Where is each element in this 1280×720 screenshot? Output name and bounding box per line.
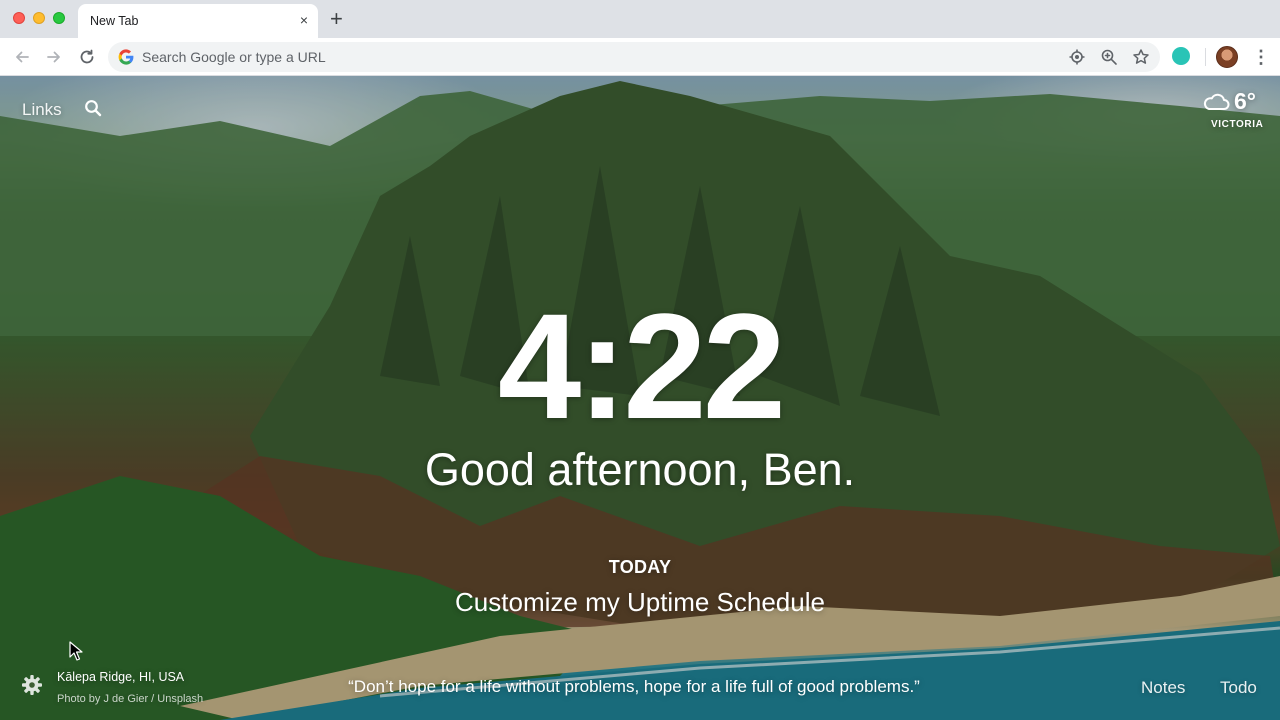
chrome-menu-button[interactable]: ⋮ xyxy=(1252,46,1270,68)
cloud-icon[interactable] xyxy=(1202,90,1230,112)
zoom-icon[interactable] xyxy=(1100,48,1118,66)
minimize-window-button[interactable] xyxy=(33,12,45,24)
close-tab-icon[interactable]: × xyxy=(300,12,308,28)
focus-text[interactable]: Customize my Uptime Schedule xyxy=(0,587,1280,618)
arrow-left-icon xyxy=(16,51,29,63)
reload-icon xyxy=(80,49,94,64)
reload-button[interactable] xyxy=(76,46,98,68)
forward-button[interactable] xyxy=(43,46,65,68)
back-button[interactable] xyxy=(11,46,33,68)
new-tab-page: Links 6° VICTORIA 4:22 Good afternoon, B… xyxy=(0,76,1280,720)
daily-quote[interactable]: “Don’t hope for a life without problems,… xyxy=(0,677,1268,697)
maximize-window-button[interactable] xyxy=(53,12,65,24)
tab-title: New Tab xyxy=(90,14,139,28)
clock: 4:22 xyxy=(497,282,786,450)
google-g-icon xyxy=(118,49,134,65)
focus-heading: TODAY xyxy=(608,557,672,577)
browser-toolbar: Search Google or type a URL ⋮ xyxy=(0,38,1280,76)
links-button[interactable]: Links xyxy=(22,100,62,120)
extension-icon[interactable] xyxy=(1172,47,1190,65)
toolbar-divider xyxy=(1205,48,1206,66)
location-target-icon[interactable] xyxy=(1068,48,1086,66)
greeting: Good afternoon, Ben. xyxy=(424,444,856,495)
bookmark-star-icon[interactable] xyxy=(1132,48,1150,66)
tab-new-tab[interactable]: New Tab × xyxy=(78,4,318,38)
profile-avatar[interactable] xyxy=(1216,46,1238,68)
arrow-right-icon xyxy=(47,51,60,63)
todo-button[interactable]: Todo xyxy=(1220,678,1257,698)
mouse-cursor-icon xyxy=(69,641,83,661)
weather-location: VICTORIA xyxy=(1211,119,1264,130)
close-window-button[interactable] xyxy=(13,12,25,24)
address-bar[interactable]: Search Google or type a URL xyxy=(108,42,1160,72)
search-icon[interactable] xyxy=(84,99,102,117)
new-tab-button[interactable]: + xyxy=(330,8,343,30)
search-input[interactable]: Search Google or type a URL xyxy=(142,49,326,65)
weather-temperature[interactable]: 6° xyxy=(1234,88,1256,115)
tab-strip: New Tab × + xyxy=(0,0,1280,38)
notes-button[interactable]: Notes xyxy=(1141,678,1185,698)
